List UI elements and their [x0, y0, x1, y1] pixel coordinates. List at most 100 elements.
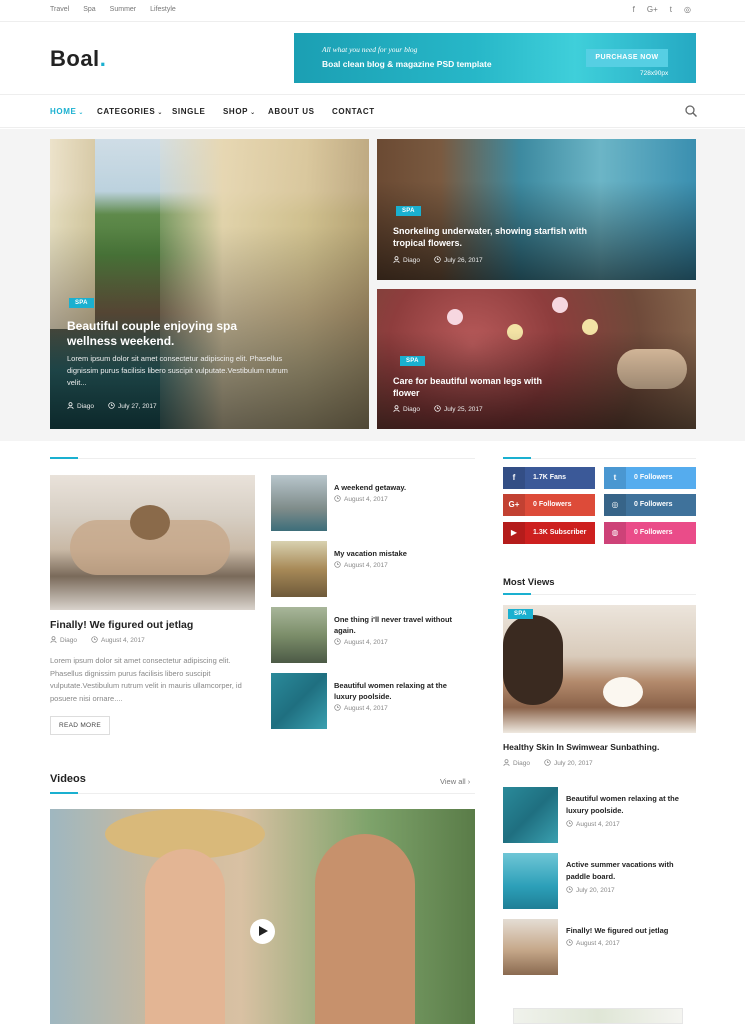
- most-views-image[interactable]: [503, 605, 696, 733]
- hero-side-title[interactable]: Care for beautiful woman legs with flowe…: [393, 375, 542, 399]
- top-bar: Travel Spa Summer Lifestyle f G+ t ◎: [0, 0, 745, 22]
- author-name: Diago: [60, 637, 77, 644]
- hero-side-post-2[interactable]: SPA Care for beautiful woman legs with f…: [377, 289, 696, 429]
- instagram-icon[interactable]: ◎: [684, 5, 691, 14]
- decor-figure: [315, 834, 415, 1024]
- instagram-icon: ◎: [604, 494, 626, 516]
- view-all-link[interactable]: View all ›: [440, 777, 470, 786]
- header-ad-banner[interactable]: All what you need for your blog Boal cle…: [294, 33, 696, 83]
- logo-text: Boal: [50, 46, 100, 71]
- list-item[interactable]: A weekend getaway. August 4, 2017: [271, 475, 476, 531]
- list-item[interactable]: Active summer vacations with paddle boar…: [503, 853, 696, 909]
- featured-post-image[interactable]: [50, 475, 255, 610]
- social-twitter[interactable]: t 0 Followers: [604, 467, 696, 489]
- post-title[interactable]: My vacation mistake: [334, 548, 464, 559]
- user-icon: [50, 636, 57, 643]
- google-plus-icon[interactable]: G+: [647, 5, 658, 14]
- post-thumbnail[interactable]: [503, 787, 558, 843]
- facebook-icon[interactable]: f: [633, 5, 635, 14]
- post-thumbnail[interactable]: [271, 607, 327, 663]
- author[interactable]: Diago: [50, 636, 77, 644]
- featured-post-meta: Diago August 4, 2017: [50, 636, 145, 644]
- video-thumbnail[interactable]: [50, 809, 475, 1024]
- hero-main-title[interactable]: Beautiful couple enjoying spa wellness w…: [67, 319, 237, 349]
- nav-categories-label: CATEGORIES: [97, 107, 156, 116]
- section-divider: [503, 458, 696, 459]
- post-thumbnail[interactable]: [271, 673, 327, 729]
- social-youtube[interactable]: ▶ 1.3K Subscriber: [503, 522, 595, 544]
- date-text: August 4, 2017: [576, 821, 620, 828]
- top-link-spa[interactable]: Spa: [83, 6, 95, 13]
- post-title[interactable]: Active summer vacations with paddle boar…: [566, 859, 691, 882]
- list-item[interactable]: Beautiful women relaxing at the luxury p…: [271, 673, 476, 729]
- social-instagram[interactable]: ◎ 0 Followers: [604, 494, 696, 516]
- banner-line2: Boal clean blog & magazine PSD template: [322, 59, 492, 69]
- purchase-now-button[interactable]: PURCHASE NOW: [586, 49, 668, 67]
- post-title[interactable]: Beautiful women relaxing at the luxury p…: [566, 793, 691, 816]
- social-google-plus[interactable]: G+ 0 Followers: [503, 494, 595, 516]
- nav-single[interactable]: SINGLE: [172, 107, 205, 116]
- post-title[interactable]: One thing i'll never travel without agai…: [334, 614, 464, 636]
- category-badge[interactable]: SPA: [508, 609, 533, 619]
- social-facebook[interactable]: f 1.7K Fans: [503, 467, 595, 489]
- post-date: July 20, 2017: [566, 886, 615, 894]
- clock-icon: [334, 704, 341, 711]
- hero-side-meta: Diago July 25, 2017: [393, 405, 483, 413]
- list-item[interactable]: Finally! We figured out jetlag August 4,…: [503, 919, 696, 975]
- nav-shop[interactable]: SHOP ⌄: [223, 107, 256, 116]
- title-line: Care for beautiful woman legs with: [393, 376, 543, 386]
- most-views-post-title[interactable]: Healthy Skin In Swimwear Sunbathing.: [503, 742, 659, 752]
- decor-figure: [145, 849, 225, 1024]
- nav-home[interactable]: HOME ⌄: [50, 107, 84, 116]
- hero-main-post[interactable]: SPA Beautiful couple enjoying spa wellne…: [50, 139, 369, 429]
- site-logo[interactable]: Boal.: [50, 46, 106, 72]
- author[interactable]: Diago: [393, 405, 420, 413]
- post-title[interactable]: Beautiful women relaxing at the luxury p…: [334, 680, 464, 702]
- nav-categories[interactable]: CATEGORIES ⌄: [97, 107, 163, 116]
- date-text: July 26, 2017: [443, 257, 483, 264]
- category-badge[interactable]: SPA: [69, 298, 94, 308]
- post-title[interactable]: Finally! We figured out jetlag: [566, 925, 691, 937]
- category-badge[interactable]: SPA: [396, 206, 421, 216]
- list-item[interactable]: My vacation mistake August 4, 2017: [271, 541, 476, 597]
- decor-hair: [503, 615, 563, 705]
- list-item[interactable]: Beautiful women relaxing at the luxury p…: [503, 787, 696, 843]
- play-triangle: [259, 926, 268, 936]
- top-link-summer[interactable]: Summer: [110, 6, 136, 13]
- top-link-lifestyle[interactable]: Lifestyle: [150, 6, 176, 13]
- post-thumbnail[interactable]: [271, 541, 327, 597]
- youtube-icon: ▶: [503, 522, 525, 544]
- nav-about[interactable]: ABOUT US: [268, 107, 315, 116]
- author[interactable]: Diago: [503, 759, 530, 767]
- social-dribbble[interactable]: ◍ 0 Followers: [604, 522, 696, 544]
- list-item[interactable]: One thing i'll never travel without agai…: [271, 607, 476, 663]
- search-icon[interactable]: [684, 104, 698, 118]
- author[interactable]: Diago: [393, 256, 420, 264]
- banner-size: 728x90px: [640, 70, 669, 77]
- clock-icon: [434, 405, 441, 412]
- nav-single-label: SINGLE: [172, 107, 206, 116]
- post-thumbnail[interactable]: [271, 475, 327, 531]
- play-icon[interactable]: [250, 919, 275, 944]
- post-title[interactable]: A weekend getaway.: [334, 482, 464, 493]
- hero-side-title[interactable]: Snorkeling underwater, showing starfish …: [393, 225, 587, 249]
- nav-about-label: ABOUT US: [268, 107, 315, 116]
- author[interactable]: Diago: [67, 402, 94, 410]
- category-badge[interactable]: SPA: [400, 356, 425, 366]
- read-more-button[interactable]: READ MORE: [50, 716, 110, 735]
- post-date: August 4, 2017: [334, 495, 388, 503]
- decor-orchid: [603, 677, 643, 707]
- featured-post-title[interactable]: Finally! We figured out jetlag: [50, 619, 193, 631]
- most-views-meta: Diago July 20, 2017: [503, 759, 593, 767]
- twitter-icon[interactable]: t: [670, 5, 672, 14]
- hero-side-post-1[interactable]: SPA Snorkeling underwater, showing starf…: [377, 139, 696, 280]
- excerpt-line: dignissim purus facilisis libero suscipi…: [67, 366, 288, 375]
- top-link-travel[interactable]: Travel: [50, 6, 69, 13]
- most-views-heading: Most Views: [503, 577, 555, 588]
- sidebar-ad[interactable]: [513, 1008, 683, 1024]
- post-thumbnail[interactable]: [503, 919, 558, 975]
- post-thumbnail[interactable]: [503, 853, 558, 909]
- top-links: Travel Spa Summer Lifestyle: [50, 6, 176, 13]
- nav-contact[interactable]: CONTACT: [332, 107, 375, 116]
- google-plus-icon: G+: [503, 494, 525, 516]
